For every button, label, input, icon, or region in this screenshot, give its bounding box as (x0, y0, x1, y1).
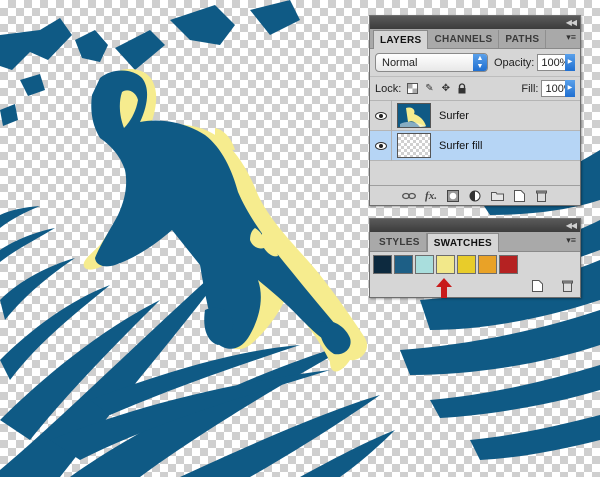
new-layer-icon[interactable] (512, 189, 526, 203)
color-swatch[interactable] (457, 255, 476, 274)
tab-channels[interactable]: CHANNELS (428, 30, 500, 48)
opacity-label: Opacity: (493, 56, 535, 69)
link-icon[interactable] (402, 189, 416, 203)
swatches-bottom-bar (530, 279, 574, 293)
adjustment-icon[interactable] (468, 189, 482, 203)
lock-row: Lock: ✎ ✥ Fill: 100% ▶ (370, 76, 580, 100)
lock-all-icon[interactable] (457, 83, 467, 95)
color-swatch[interactable] (373, 255, 392, 274)
tab-styles[interactable]: STYLES (373, 233, 427, 251)
color-swatch[interactable] (415, 255, 434, 274)
lock-transparent-icon[interactable] (407, 83, 419, 95)
fx-icon[interactable]: fx. (424, 189, 438, 203)
visibility-eye-icon[interactable] (370, 130, 392, 161)
lock-label: Lock: (375, 82, 402, 95)
panel-menu-icon[interactable]: ▾≡ (566, 32, 576, 43)
layer-thumbnail-surfer-fill (397, 133, 431, 158)
collapse-icon[interactable]: ◀◀ (566, 219, 577, 232)
layer-row-surfer-fill[interactable]: Surfer fill (370, 130, 580, 161)
color-swatch[interactable] (436, 255, 455, 274)
swatches-tabbar: STYLES SWATCHES ▾≡ (370, 232, 580, 252)
layers-list: Surfer Surfer fill (370, 100, 580, 161)
swatches-panel-titlebar[interactable]: ◀◀ (370, 219, 580, 232)
select-arrows-icon: ▲ ▼ (472, 54, 487, 71)
lock-pixels-icon[interactable]: ✎ (424, 83, 434, 95)
layer-row-surfer[interactable]: Surfer (370, 100, 580, 131)
fill-label: Fill: (521, 82, 539, 95)
new-swatch-icon[interactable] (530, 279, 544, 293)
layer-name-surfer-fill: Surfer fill (439, 139, 483, 152)
trash-icon[interactable] (534, 189, 548, 203)
tab-swatches[interactable]: SWATCHES (426, 233, 500, 252)
lock-position-icon[interactable]: ✥ (441, 83, 451, 95)
swatch-grid (370, 252, 580, 274)
visibility-eye-icon[interactable] (370, 100, 392, 131)
tab-layers[interactable]: LAYERS (373, 30, 429, 49)
color-swatch[interactable] (394, 255, 413, 274)
layers-panel: ◀◀ LAYERS CHANNELS PATHS ▾≡ Normal ▲ ▼ Op… (369, 15, 581, 206)
color-swatch[interactable] (499, 255, 518, 274)
collapse-icon[interactable]: ◀◀ (566, 16, 577, 29)
blend-mode-value: Normal (382, 56, 418, 69)
blend-mode-select[interactable]: Normal ▲ ▼ (375, 53, 488, 72)
mask-icon[interactable] (446, 189, 460, 203)
trash-icon[interactable] (560, 279, 574, 293)
blend-row: Normal ▲ ▼ Opacity: 100% ▶ (370, 49, 580, 76)
folder-icon[interactable] (490, 189, 504, 203)
layers-panel-titlebar[interactable]: ◀◀ (370, 16, 580, 29)
swatches-panel: ◀◀ STYLES SWATCHES ▾≡ (369, 218, 581, 298)
layers-bottom-bar: fx. (370, 185, 580, 205)
opacity-field[interactable]: 100% ▶ (537, 54, 575, 71)
fill-dropdown-icon[interactable]: ▶ (564, 80, 575, 97)
opacity-dropdown-icon[interactable]: ▶ (565, 54, 575, 71)
color-swatch[interactable] (478, 255, 497, 274)
panel-menu-icon[interactable]: ▾≡ (566, 235, 576, 246)
red-arrow-indicator-icon (436, 278, 452, 298)
layer-thumbnail-surfer (397, 103, 431, 128)
layer-name-surfer: Surfer (439, 109, 469, 122)
fill-field[interactable]: 100% ▶ (541, 80, 575, 97)
layers-tabbar: LAYERS CHANNELS PATHS ▾≡ (370, 29, 580, 49)
tab-paths[interactable]: PATHS (499, 30, 547, 48)
